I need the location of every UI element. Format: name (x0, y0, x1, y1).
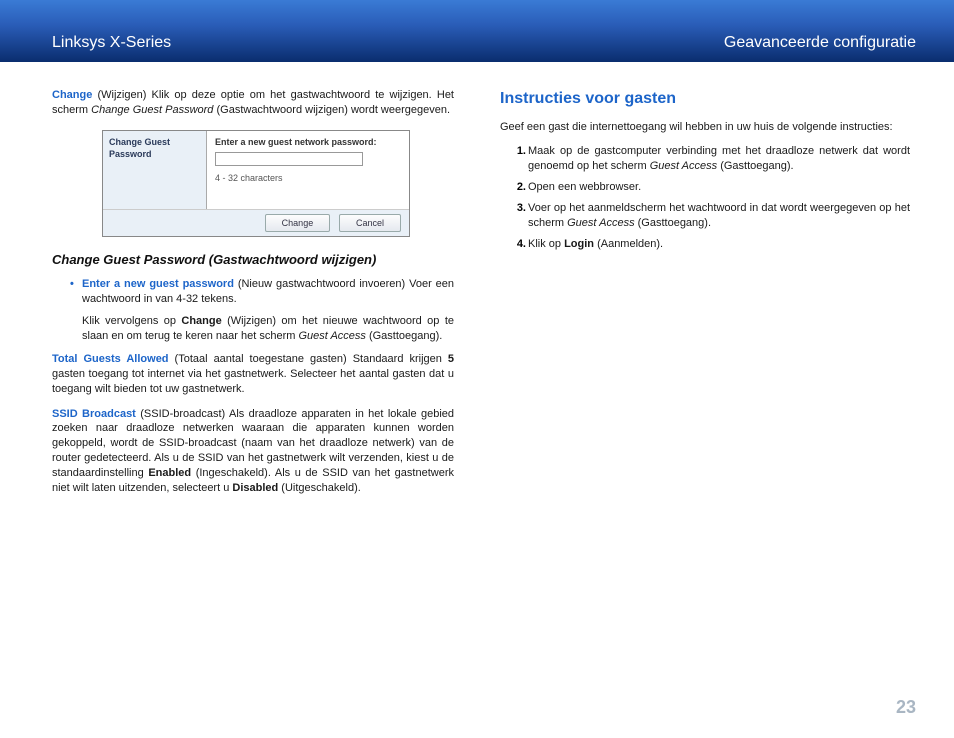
step-2: 2. Open een webbrowser. (528, 180, 910, 195)
header-title-right: Geavanceerde configuratie (724, 34, 916, 52)
para-change: Change (Wijzigen) Klik op deze optie om … (52, 88, 454, 118)
italic-guest-access: Guest Access (650, 160, 717, 172)
page-number: 23 (896, 697, 916, 718)
screenshot-change-button: Change (265, 214, 331, 232)
screenshot-prompt: Enter a new guest network password: (215, 136, 401, 148)
text: (Gasttoegang). (635, 217, 711, 229)
step-4: 4. Klik op Login (Aanmelden). (528, 237, 910, 252)
screenshot-password-input (215, 152, 363, 166)
term-ssid-broadcast: SSID Broadcast (52, 408, 136, 420)
embedded-screenshot: Change Guest Password Enter a new guest … (102, 130, 410, 237)
text: Open een webbrowser. (528, 181, 641, 193)
text: (Totaal aantal toegestane gasten) Standa… (169, 353, 448, 365)
text: (Gasttoegang). (366, 330, 442, 342)
bold-enabled: Enabled (148, 467, 191, 479)
italic-change-guest-password: Change Guest Password (91, 104, 213, 116)
screenshot-button-bar: Change Cancel (103, 209, 409, 236)
bullet-list: Enter a new guest password (Nieuw gastwa… (52, 277, 454, 307)
text: (Uitgeschakeld). (278, 482, 361, 494)
screenshot-sidebar-label: Change Guest Password (103, 131, 207, 209)
bold-disabled: Disabled (232, 482, 278, 494)
bold-change-inline: Change (181, 315, 221, 327)
screenshot-hint: 4 - 32 characters (215, 172, 401, 184)
para-intro-guests: Geef een gast die internettoegang wil he… (500, 120, 910, 135)
header-title-left: Linksys X-Series (52, 34, 171, 52)
column-left: Change (Wijzigen) Klik op deze optie om … (52, 88, 454, 506)
italic-guest-access: Guest Access (298, 330, 365, 342)
bold-login: Login (564, 238, 594, 250)
step-number: 1. (508, 144, 526, 159)
para-total-guests: Total Guests Allowed (Totaal aantal toeg… (52, 352, 454, 397)
step-1: 1. Maak op de gastcomputer verbinding me… (528, 144, 910, 174)
text: (Gastwachtwoord wijzigen) wordt weergege… (213, 104, 450, 116)
term-total-guests: Total Guests Allowed (52, 353, 169, 365)
step-3: 3. Voer op het aanmeldscherm het wachtwo… (528, 201, 910, 231)
para-ssid-broadcast: SSID Broadcast (SSID-broadcast) Als draa… (52, 407, 454, 496)
heading-instructies: Instructies voor gasten (500, 88, 910, 110)
term-change: Change (52, 89, 92, 101)
bold-five: 5 (448, 353, 454, 365)
text: gasten toegang tot internet via het gast… (52, 368, 454, 395)
header-bar: Linksys X-Series Geavanceerde configurat… (0, 0, 954, 62)
column-right: Instructies voor gasten Geef een gast di… (500, 88, 910, 506)
steps-list: 1. Maak op de gastcomputer verbinding me… (500, 144, 910, 251)
subheading-change-guest-password: Change Guest Password (Gastwachtwoord wi… (52, 251, 454, 269)
step-number: 4. (508, 237, 526, 252)
italic-guest-access: Guest Access (567, 217, 634, 229)
text: (Aanmelden). (594, 238, 663, 250)
term-enter-password: Enter a new guest password (82, 278, 234, 290)
step-number: 3. (508, 201, 526, 216)
screenshot-cancel-button: Cancel (339, 214, 401, 232)
bullet-enter-password: Enter a new guest password (Nieuw gastwa… (70, 277, 454, 307)
page-body: Change (Wijzigen) Klik op deze optie om … (0, 62, 954, 506)
text: (Gasttoegang). (717, 160, 793, 172)
step-number: 2. (508, 180, 526, 195)
para-indent-change: Klik vervolgens op Change (Wijzigen) om … (52, 314, 454, 344)
text: Klik vervolgens op (82, 315, 181, 327)
text: Klik op (528, 238, 564, 250)
